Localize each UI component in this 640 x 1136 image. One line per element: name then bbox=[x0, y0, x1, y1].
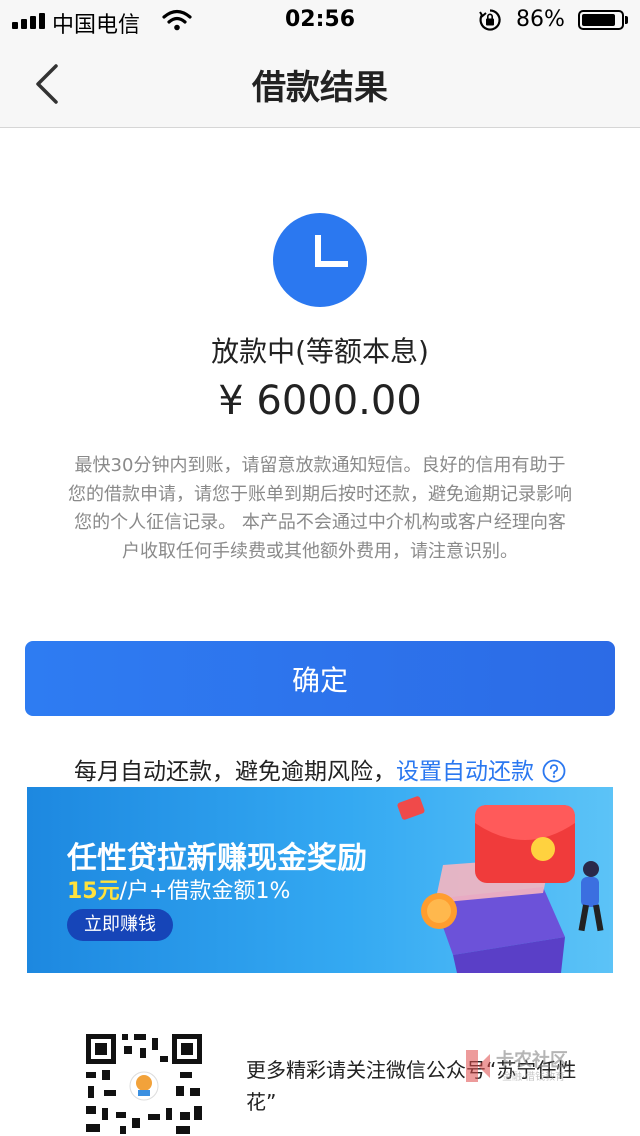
question-circle-icon[interactable] bbox=[542, 759, 566, 783]
navigation-bar: 借款结果 bbox=[0, 40, 640, 128]
earn-now-button[interactable]: 立即赚钱 bbox=[67, 909, 173, 941]
auto-repay-text: 每月自动还款，避免逾期风险， bbox=[74, 759, 396, 785]
confirm-button[interactable]: 确定 bbox=[25, 641, 615, 716]
status-clock-badge bbox=[273, 213, 367, 307]
qr-code-icon[interactable] bbox=[80, 1028, 208, 1136]
promo-banner[interactable]: 任性贷拉新赚现金奖励 15元/户+借款金额1% 立即赚钱 bbox=[27, 787, 613, 973]
clock-icon bbox=[315, 235, 348, 267]
banner-subtitle-rest: /户+借款金额1% bbox=[119, 879, 291, 904]
loan-status-text: 放款中(等额本息) bbox=[211, 335, 429, 368]
status-bar: 中国电信 02:56 86% bbox=[0, 0, 640, 40]
battery-cap bbox=[625, 16, 628, 24]
orientation-lock-icon bbox=[479, 9, 501, 31]
battery-percent: 86% bbox=[516, 7, 565, 32]
set-auto-repay-link[interactable]: 设置自动还款 bbox=[396, 759, 534, 785]
loan-amount: ¥ 6000.00 bbox=[218, 378, 422, 424]
banner-subtitle: 15元/户+借款金额1% bbox=[67, 873, 290, 905]
battery-icon bbox=[578, 10, 624, 30]
red-envelope-gift-box-icon bbox=[397, 796, 604, 973]
watermark-logo: 卡农社区 金融·借钱教育 bbox=[462, 1046, 582, 1086]
watermark-icon bbox=[466, 1050, 490, 1082]
banner-reward-amount: 15元 bbox=[67, 879, 120, 904]
auto-repay-row: 每月自动还款，避免逾期风险，设置自动还款 bbox=[0, 752, 640, 786]
banner-title: 任性贷拉新赚现金奖励 bbox=[67, 841, 367, 876]
battery-level bbox=[582, 14, 615, 26]
notice-text: 最快30分钟内到账，请留意放款通知短信。良好的信用有助于您的借款申请，请您于账单… bbox=[68, 455, 572, 562]
watermark-subtext: 金融·借钱教育 bbox=[502, 1072, 566, 1083]
page-title: 借款结果 bbox=[252, 68, 388, 108]
